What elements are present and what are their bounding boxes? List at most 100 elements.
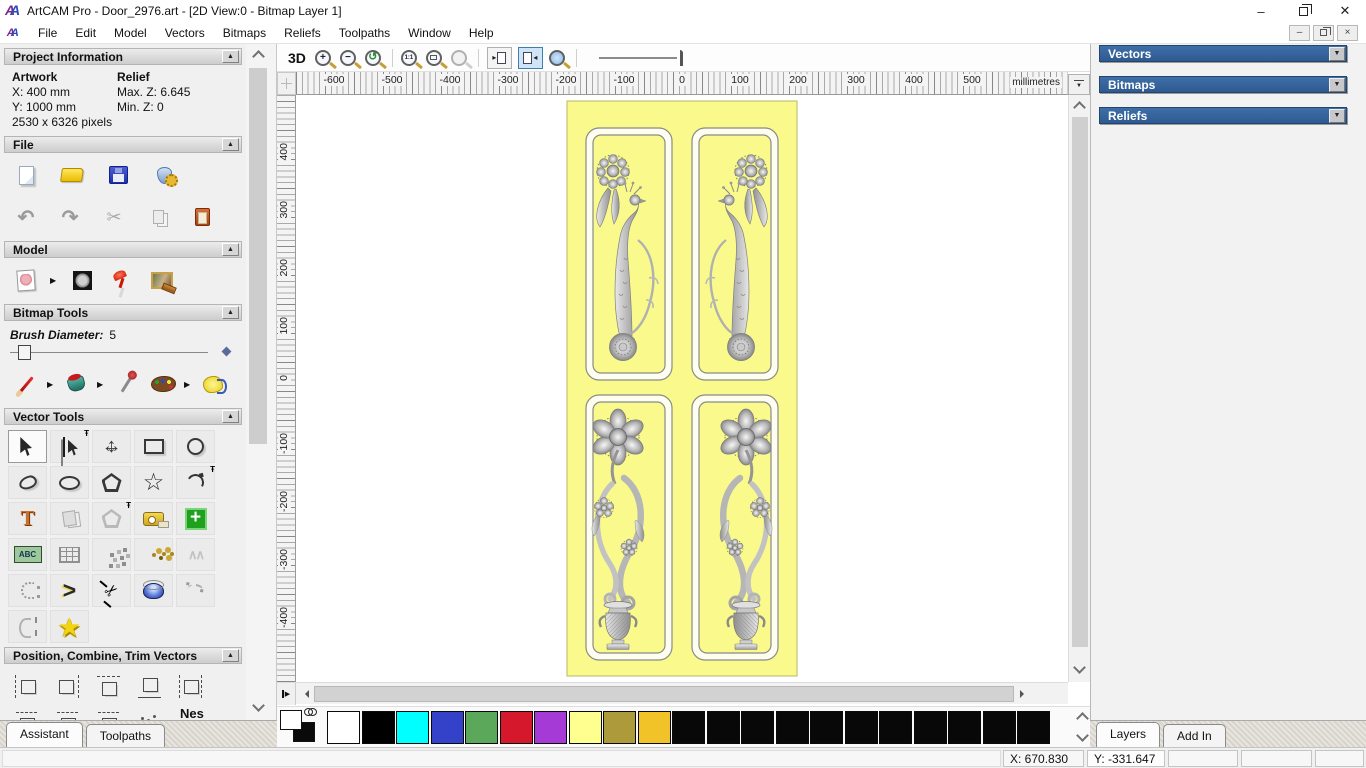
menu-edit[interactable]: Edit [66, 24, 105, 42]
trim-tool[interactable] [92, 574, 131, 607]
zoom-1to1-icon[interactable]: 1:1 [400, 49, 417, 66]
star-tool[interactable] [134, 466, 173, 499]
tab-add-in[interactable]: Add In [1163, 724, 1226, 747]
centre-c-button[interactable] [92, 706, 124, 720]
ruler-corner-button[interactable] [277, 72, 296, 95]
tab-layers[interactable]: Layers [1096, 722, 1161, 747]
bitmap-contrast-slider[interactable] [598, 49, 687, 67]
palette-scroll-up-icon[interactable] [1076, 712, 1089, 725]
slider-handle[interactable] [18, 345, 31, 360]
palette-swatch-8[interactable] [603, 710, 636, 744]
brush-diameter-slider[interactable] [10, 344, 236, 362]
tearoff-pin-icon[interactable]: Ŧ [126, 501, 131, 510]
palette-swatch-6[interactable] [534, 710, 567, 744]
collapse-section-button[interactable] [222, 649, 239, 662]
rectangle-tool[interactable] [134, 430, 173, 463]
palette-swatch-18[interactable] [948, 710, 981, 744]
paint-brush-icon[interactable] [10, 368, 42, 400]
scrollbar-thumb[interactable] [1072, 117, 1088, 647]
offset-tool[interactable]: Ŧ [92, 501, 131, 535]
palette-swatch-0[interactable] [327, 710, 360, 744]
mdi-restore-button[interactable] [1313, 24, 1334, 41]
tearoff-pin-icon[interactable]: Ŧ [84, 429, 89, 438]
abc-tool[interactable] [8, 538, 47, 571]
zoom-objects-icon[interactable] [425, 49, 442, 66]
centre-page-button[interactable] [174, 670, 206, 702]
select-tool[interactable] [8, 430, 47, 463]
preview-relief-icon[interactable] [548, 49, 565, 66]
colour-picker-icon[interactable] [110, 368, 142, 400]
distort-tool[interactable] [50, 538, 89, 571]
centre-b-button[interactable] [51, 706, 83, 720]
menu-file[interactable]: File [29, 24, 66, 42]
palette-swatch-11[interactable] [706, 710, 740, 744]
palette-swatch-1[interactable] [361, 710, 395, 744]
tab-assistant[interactable]: Assistant [6, 722, 83, 747]
texture-relief-icon[interactable] [146, 264, 178, 296]
polygon-tool[interactable] [92, 466, 131, 499]
menu-window[interactable]: Window [399, 24, 460, 42]
flood-select-icon[interactable] [197, 368, 229, 400]
dropdown-arrow-icon[interactable]: ▶ [184, 380, 192, 389]
collapse-section-button[interactable] [222, 138, 239, 151]
palette-swatch-20[interactable] [1017, 710, 1050, 744]
nest-dots-button[interactable] [133, 706, 165, 720]
toggle-vector-visibility-button[interactable]: ◂ [517, 46, 543, 69]
close-button[interactable]: ✕ [1324, 0, 1366, 22]
greyscale-relief-icon[interactable] [66, 264, 98, 296]
arc-fit-tool[interactable] [8, 574, 47, 607]
open-model-icon[interactable] [56, 159, 88, 191]
menu-vectors[interactable]: Vectors [156, 24, 214, 42]
2d-view-viewport[interactable] [296, 95, 1068, 682]
ellipse-tool[interactable] [50, 466, 89, 499]
measure-tool[interactable] [134, 502, 173, 535]
toggle-bitmap-visibility-button[interactable]: ▸ [486, 46, 512, 69]
polyline-tool[interactable] [8, 466, 47, 499]
scroll-down-icon[interactable] [252, 699, 265, 712]
mdi-close-button[interactable]: × [1337, 24, 1358, 41]
mdi-minimize-button[interactable]: – [1289, 24, 1310, 41]
vectorize-tool[interactable] [134, 538, 173, 571]
spin-tool[interactable] [134, 574, 173, 607]
palette-swatch-12[interactable] [741, 710, 774, 744]
palette-swatch-19[interactable] [982, 710, 1016, 744]
scroll-left-button[interactable] [296, 683, 313, 705]
collapse-section-button[interactable] [222, 243, 239, 256]
model-options-icon[interactable] [148, 159, 180, 191]
flood-fill-icon[interactable] [60, 368, 92, 400]
copy-icon[interactable] [142, 201, 174, 233]
assistant-scrollbar[interactable] [246, 44, 277, 720]
expand-panel-button[interactable] [1329, 46, 1345, 61]
colour-indicator[interactable] [277, 708, 327, 746]
dropdown-arrow-icon[interactable]: ▶ [47, 380, 55, 389]
node-edit-tool[interactable]: Ŧ [50, 429, 89, 463]
palette-swatch-17[interactable] [913, 710, 947, 744]
canvas-horizontal-scrollbar[interactable] [277, 682, 1068, 705]
arc-tool[interactable]: Ŧ [176, 465, 215, 499]
align-left-button[interactable] [10, 670, 42, 702]
tearoff-pin-icon[interactable]: Ŧ [210, 465, 215, 474]
panel-header-bitmaps[interactable]: Bitmaps [1099, 76, 1347, 93]
align-top-button[interactable] [92, 670, 124, 702]
expand-panel-button[interactable] [1329, 77, 1345, 92]
scroll-right-button[interactable] [1015, 683, 1032, 705]
zoom-selection-icon[interactable] [450, 49, 467, 66]
collapse-section-button[interactable] [222, 306, 239, 319]
ruler-pin-button[interactable] [277, 682, 296, 705]
palette-icon[interactable] [147, 368, 179, 400]
panel-header-vectors[interactable]: Vectors [1099, 45, 1347, 62]
primary-colour-swatch[interactable] [280, 710, 302, 730]
slider-track[interactable] [10, 352, 208, 353]
panel-header-reliefs[interactable]: Reliefs [1099, 107, 1347, 124]
paste-along-tool[interactable] [92, 538, 131, 571]
menu-bitmaps[interactable]: Bitmaps [214, 24, 275, 42]
redo-icon[interactable] [54, 201, 86, 233]
transform-tool[interactable] [92, 430, 131, 463]
cut-icon[interactable] [98, 201, 130, 233]
expand-panel-button[interactable] [1329, 108, 1345, 123]
menu-help[interactable]: Help [460, 24, 503, 42]
link-colours-icon[interactable] [304, 708, 317, 716]
collapse-section-button[interactable] [222, 410, 239, 423]
zoom-in-icon[interactable]: + [314, 49, 331, 66]
artwork-2d-view[interactable] [566, 100, 798, 677]
